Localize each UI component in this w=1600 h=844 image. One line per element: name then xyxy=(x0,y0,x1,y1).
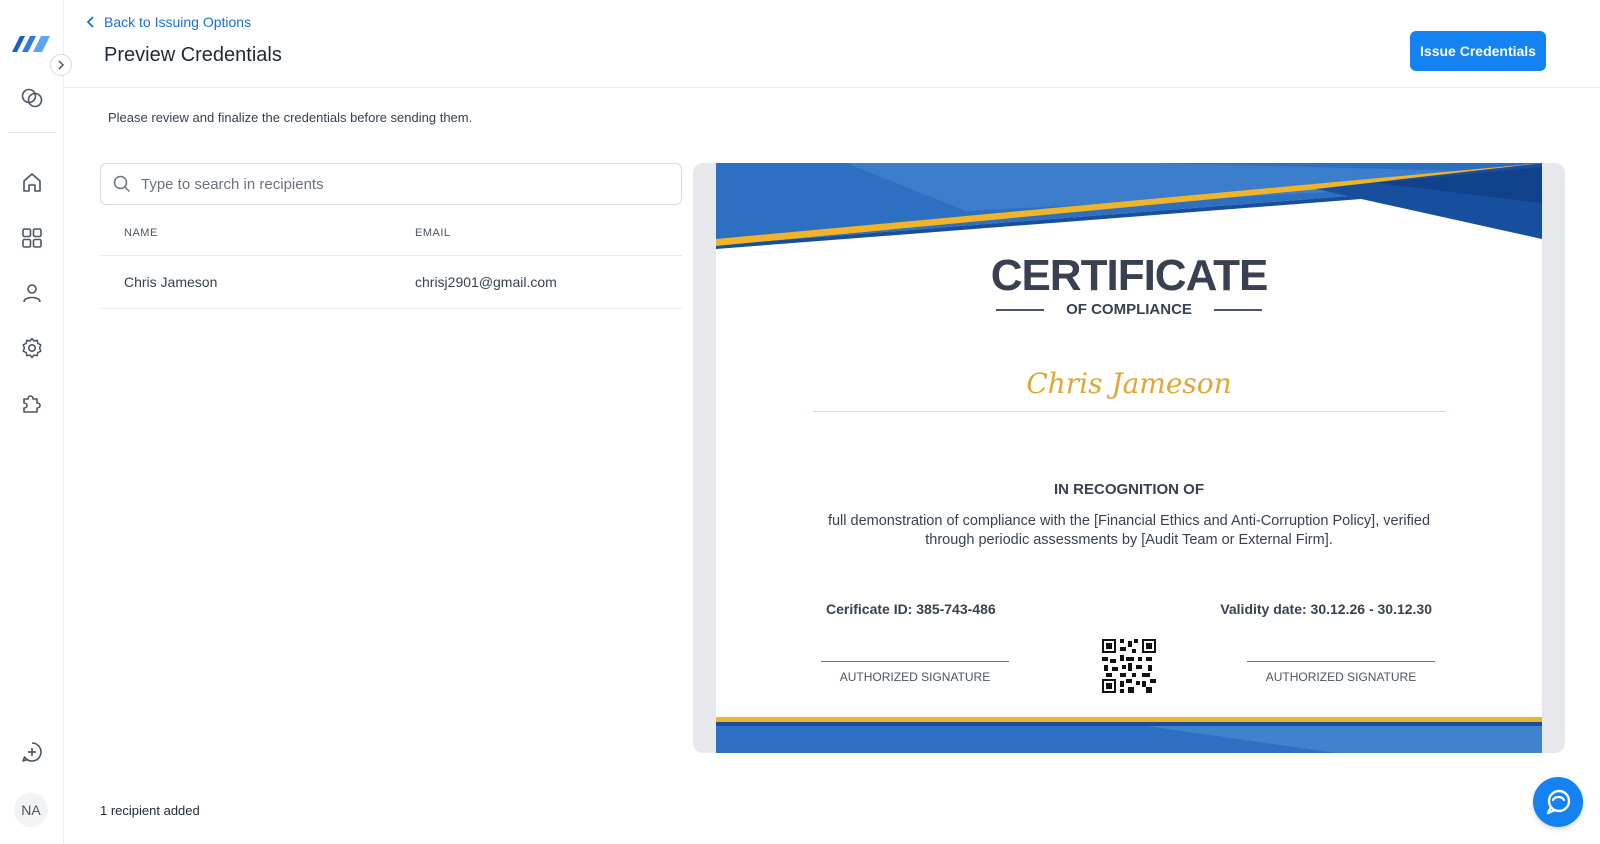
signature-right: AUTHORIZED SIGNATURE xyxy=(1247,661,1435,685)
chat-bubble-icon xyxy=(1546,789,1571,815)
sidebar: NA xyxy=(0,0,72,844)
certificate-body: full demonstration of compliance with th… xyxy=(827,513,1431,548)
recipient-email-cell: chrisj2901@gmail.com xyxy=(415,274,557,290)
page-description: Please review and finalize the credentia… xyxy=(108,110,473,125)
recipient-name-cell: Chris Jameson xyxy=(124,274,218,290)
back-to-issuing-options-link[interactable]: Back to Issuing Options xyxy=(86,14,251,30)
signature-left: AUTHORIZED SIGNATURE xyxy=(821,661,1009,685)
table-header: NAME EMAIL xyxy=(100,226,682,256)
certificate-subtitle: OF COMPLIANCE xyxy=(1066,301,1192,318)
page-title: Preview Credentials xyxy=(104,44,282,66)
sidebar-item-feedback[interactable] xyxy=(20,740,44,764)
subtitle-rule-left xyxy=(996,308,1045,311)
signature-label: AUTHORIZED SIGNATURE xyxy=(1265,670,1417,684)
recipient-count: 1 recipient added xyxy=(100,803,200,818)
certificate-id: Cerificate ID: 385-743-486 xyxy=(826,601,996,617)
column-header-email[interactable]: EMAIL xyxy=(415,227,451,239)
sidebar-item-settings[interactable] xyxy=(20,336,44,360)
sidebar-item-dashboard[interactable] xyxy=(20,226,44,250)
column-header-name[interactable]: NAME xyxy=(124,227,158,239)
name-underline xyxy=(813,411,1445,412)
validity-date: Validity date: 30.12.26 - 30.12.30 xyxy=(1220,601,1432,617)
overlap-circles-icon xyxy=(21,88,43,108)
home-icon xyxy=(23,173,41,192)
search-icon xyxy=(113,175,131,193)
chat-add-icon xyxy=(22,742,42,762)
subtitle-rule-right xyxy=(1213,308,1262,311)
puzzle-icon xyxy=(23,395,41,413)
certificate-subtitle-row: OF COMPLIANCE xyxy=(716,301,1542,318)
user-icon xyxy=(23,284,41,303)
table-row[interactable]: Chris Jameson chrisj2901@gmail.com xyxy=(100,257,682,309)
avatar[interactable]: NA xyxy=(14,793,48,827)
support-chat-button[interactable] xyxy=(1533,777,1583,827)
signature-line xyxy=(1247,661,1435,662)
search-field[interactable] xyxy=(100,163,682,205)
sidebar-divider xyxy=(8,132,56,133)
signature-label: AUTHORIZED SIGNATURE xyxy=(839,670,991,684)
certificate-preview: CERTIFICATE OF COMPLIANCE Chris Jameson … xyxy=(716,163,1542,753)
search-input[interactable] xyxy=(141,175,661,193)
recognition-heading: IN RECOGNITION OF xyxy=(1054,481,1204,498)
back-link-label: Back to Issuing Options xyxy=(104,14,252,30)
sidebar-item-integrations[interactable] xyxy=(20,391,44,415)
certificate-recipient-name: Chris Jameson xyxy=(1026,367,1232,400)
sidebar-item-home[interactable] xyxy=(20,171,44,195)
grid-icon xyxy=(22,228,42,248)
logo-icon[interactable] xyxy=(10,32,52,54)
gear-icon xyxy=(22,337,42,359)
qr-code-icon xyxy=(1102,639,1156,693)
certificate-title: CERTIFICATE xyxy=(990,251,1269,300)
signature-line xyxy=(821,661,1009,662)
sidebar-item-workspaces[interactable] xyxy=(20,86,44,110)
chevron-left-icon xyxy=(86,16,94,28)
issue-credentials-button[interactable]: Issue Credentials xyxy=(1410,31,1546,71)
page-header: Back to Issuing Options Preview Credenti… xyxy=(64,0,1600,88)
sidebar-item-users[interactable] xyxy=(20,281,44,305)
